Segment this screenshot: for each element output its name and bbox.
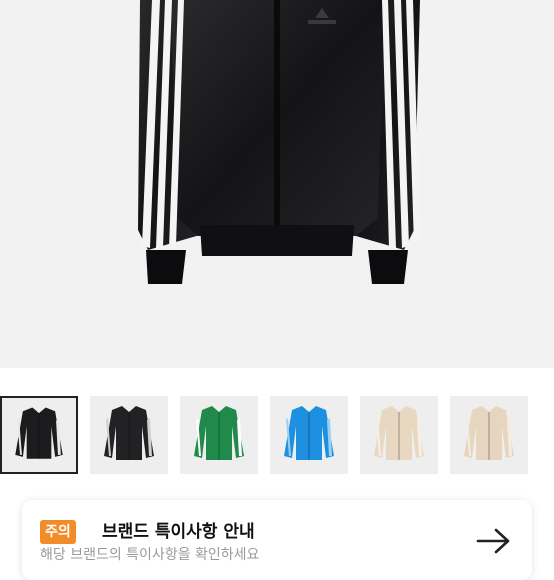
thumbnail-strip — [0, 396, 554, 476]
notice-subtitle: 해당 브랜드의 특이사항을 확인하세요 — [40, 547, 260, 563]
notice-title: 브랜드 특이사항 안내 — [102, 522, 255, 542]
thumbnail-beige-alt[interactable] — [450, 396, 528, 474]
jacket-thumbnail-icon — [104, 406, 154, 460]
jacket-thumbnail-icon — [284, 406, 334, 460]
product-main-image[interactable] — [0, 0, 554, 368]
jacket-thumbnail-icon — [464, 406, 514, 460]
thumbnail-green[interactable] — [180, 396, 258, 474]
jacket-thumbnail-icon — [194, 406, 244, 460]
brand-notice-card[interactable]: 주의 브랜드 특이사항 안내 해당 브랜드의 특이사항을 확인하세요 — [22, 500, 532, 580]
jacket-thumbnail-icon — [15, 407, 63, 459]
arrow-right-icon[interactable] — [474, 526, 514, 556]
thumbnail-beige[interactable] — [360, 396, 438, 474]
track-jacket-black-icon — [138, 0, 420, 284]
thumbnail-black-leather[interactable] — [0, 396, 78, 474]
caution-badge: 주의 — [40, 520, 76, 544]
thumbnail-blue[interactable] — [270, 396, 348, 474]
jacket-thumbnail-icon — [374, 406, 424, 460]
thumbnail-black-leather-alt[interactable] — [90, 396, 168, 474]
